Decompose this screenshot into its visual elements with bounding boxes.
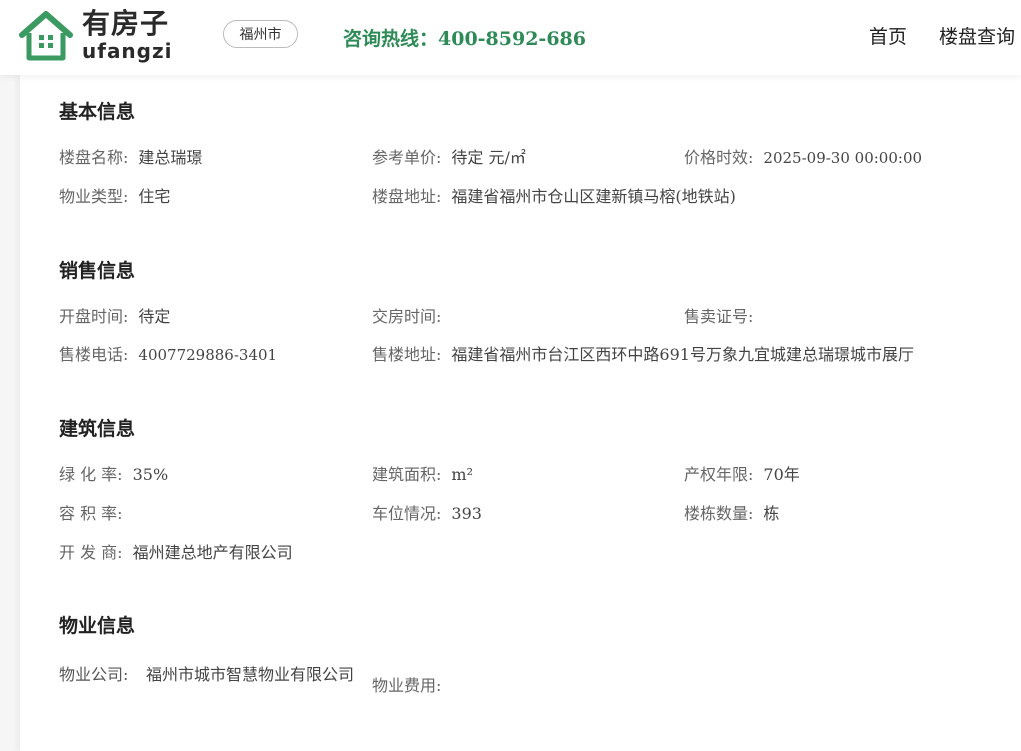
field-value: 福建省福州市台江区西环中路691号万象九宜城建总瑞璟城市展厅 bbox=[451, 345, 914, 364]
field-value: 393 bbox=[451, 504, 482, 523]
site-logo[interactable]: 有房子 ufangzi bbox=[18, 6, 184, 64]
field-value: 2025-09-30 00:00:00 bbox=[763, 149, 923, 167]
field-sales-address: 售楼地址: 福建省福州市台江区西环中路691号万象九宜城建总瑞璟城市展厅 bbox=[372, 344, 914, 366]
field-floor-area-ratio: 容 积 率: bbox=[59, 503, 133, 525]
main-nav: 首页 楼盘查询 bbox=[837, 22, 1015, 49]
field-label: 售卖证号: bbox=[684, 307, 754, 326]
site-header: 有房子 ufangzi 福州市 咨询热线：400-8592-686 首页 楼盘查… bbox=[0, 0, 1021, 75]
section-title-basic: 基本信息 bbox=[59, 101, 136, 123]
field-label: 参考单价: bbox=[372, 148, 442, 167]
field-value: m² bbox=[451, 465, 473, 484]
field-label: 开 发 商: bbox=[59, 543, 123, 562]
field-value: 栋 bbox=[763, 504, 780, 523]
field-label: 售楼地址: bbox=[372, 345, 442, 364]
field-value: 70年 bbox=[763, 465, 800, 484]
field-developer: 开 发 商: 福州建总地产有限公司 bbox=[59, 542, 293, 564]
section-title-sales: 销售信息 bbox=[59, 260, 136, 282]
detail-panel: 基本信息 楼盘名称: 建总瑞璟 参考单价: 待定 元/㎡ 价格时效: 2025-09-… bbox=[20, 75, 1021, 751]
field-value: 35% bbox=[132, 465, 169, 484]
field-label: 物业费用: bbox=[372, 676, 442, 695]
logo-cn: 有房子 bbox=[82, 7, 170, 40]
field-value[interactable]: 4007729886-3401 bbox=[138, 346, 277, 364]
field-address: 楼盘地址: 福建省福州市仓山区建新镇马榕(地铁站) bbox=[372, 186, 736, 208]
nav-home[interactable]: 首页 bbox=[869, 22, 907, 49]
section-title-property: 物业信息 bbox=[59, 615, 136, 637]
field-property-fee: 物业费用: bbox=[372, 675, 451, 697]
field-sales-phone: 售楼电话: 4007729886-3401 bbox=[59, 344, 277, 366]
nav-property-search[interactable]: 楼盘查询 bbox=[939, 22, 1015, 49]
hotline-text: 咨询热线：400-8592-686 bbox=[343, 28, 586, 50]
field-building-count: 楼栋数量: 栋 bbox=[684, 503, 779, 525]
field-label: 建筑面积: bbox=[372, 465, 442, 484]
field-label: 楼栋数量: bbox=[684, 504, 754, 523]
field-label: 交房时间: bbox=[372, 307, 442, 326]
house-logo-icon bbox=[19, 11, 73, 61]
field-label: 价格时效: bbox=[684, 148, 754, 167]
section-title-building: 建筑信息 bbox=[59, 418, 136, 440]
field-company-value: 福州市城市智慧物业有限公司 bbox=[146, 665, 355, 684]
field-sales-license: 售卖证号: bbox=[684, 306, 763, 328]
field-label: 楼盘地址: bbox=[372, 187, 442, 206]
field-green-rate: 绿 化 率: 35% bbox=[59, 464, 168, 486]
field-label: 售楼电话: bbox=[59, 345, 129, 364]
field-value: 待定 元/㎡ bbox=[451, 148, 526, 167]
field-parking: 车位情况: 393 bbox=[372, 503, 482, 525]
field-value: 福建省福州市仓山区建新镇马榕(地铁站) bbox=[451, 187, 736, 206]
field-floor-area: 建筑面积: m² bbox=[372, 464, 473, 486]
field-label: 物业类型: bbox=[59, 187, 129, 206]
field-price: 参考单价: 待定 元/㎡ bbox=[372, 147, 526, 169]
field-property-term: 产权年限: 70年 bbox=[684, 464, 800, 486]
field-name: 楼盘名称: 建总瑞璟 bbox=[59, 147, 202, 169]
logo-en: ufangzi bbox=[82, 39, 173, 63]
field-label: 绿 化 率: bbox=[59, 465, 123, 484]
field-price-time: 价格时效: 2025-09-30 00:00:00 bbox=[684, 147, 922, 169]
field-property-type: 物业类型: 住宅 bbox=[59, 186, 170, 208]
field-value: 住宅 bbox=[138, 187, 171, 206]
logo-text: 有房子 ufangzi bbox=[82, 7, 173, 63]
field-value: 待定 bbox=[138, 307, 171, 326]
field-value: 建总瑞璟 bbox=[138, 148, 203, 167]
field-label: 楼盘名称: bbox=[59, 148, 129, 167]
field-open-time: 开盘时间: 待定 bbox=[59, 306, 170, 328]
field-label: 容 积 率: bbox=[59, 504, 123, 523]
field-label: 开盘时间: bbox=[59, 307, 129, 326]
field-company-label: 物业公司: bbox=[59, 665, 129, 684]
field-delivery-time: 交房时间: bbox=[372, 306, 451, 328]
field-value: 福州建总地产有限公司 bbox=[132, 543, 293, 562]
field-label: 车位情况: bbox=[372, 504, 442, 523]
city-selector-button[interactable]: 福州市 bbox=[223, 20, 298, 48]
field-label: 产权年限: bbox=[684, 465, 754, 484]
